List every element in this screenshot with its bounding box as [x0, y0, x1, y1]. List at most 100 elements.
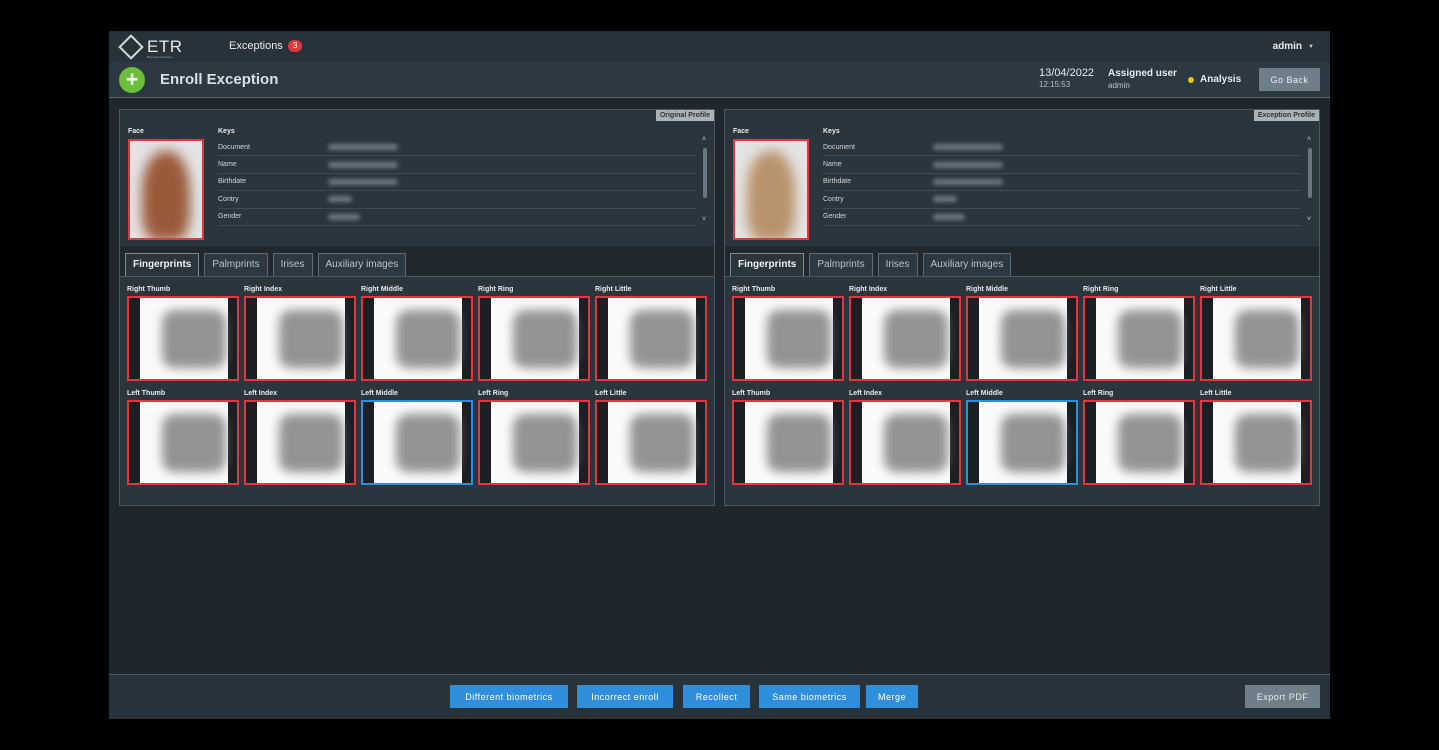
key-row-document: Document: [218, 139, 696, 157]
biometric-tabs: Fingerprints Palmprints Irises Auxiliary…: [120, 246, 714, 277]
keys-list: Document Name Birthdate Contry Gender: [823, 139, 1301, 226]
fingerprint-cell: Right Little: [1200, 286, 1312, 381]
key-value-redacted: [933, 144, 1003, 151]
tab-palmprints[interactable]: Palmprints: [809, 253, 873, 276]
fingerprint-cell: Right Ring: [478, 286, 590, 381]
fingerprint-image[interactable]: [849, 296, 961, 381]
fingerprint-image[interactable]: [127, 296, 239, 381]
fingerprint-cell: Right Index: [244, 286, 356, 381]
fingerprint-image[interactable]: [1200, 296, 1312, 381]
chevron-up-icon[interactable]: ˄: [1307, 136, 1311, 143]
key-value-redacted: [328, 144, 398, 151]
fingerprint-image[interactable]: [849, 400, 961, 485]
key-label: Gender: [218, 213, 242, 221]
time: 12:15:53: [1039, 80, 1071, 89]
keys-scrollbar[interactable]: ˄ ˅: [702, 136, 708, 226]
export-pdf-button[interactable]: Export PDF: [1245, 685, 1320, 708]
scroll-thumb[interactable]: [1308, 148, 1312, 198]
fingerprint-cell: Right Middle: [966, 286, 1078, 381]
finger-label: Right Thumb: [732, 286, 776, 293]
assigned-user-label: Assigned user: [1108, 68, 1177, 79]
finger-label: Left Thumb: [732, 390, 771, 397]
recollect-button[interactable]: Recollect: [683, 685, 750, 708]
fingerprint-image[interactable]: [1083, 296, 1195, 381]
fingerprint-image[interactable]: [1200, 400, 1312, 485]
go-back-button[interactable]: Go Back: [1259, 68, 1320, 91]
tab-irises[interactable]: Irises: [877, 253, 918, 276]
assigned-user-value: admin: [1108, 81, 1130, 90]
chevron-up-icon[interactable]: ˄: [702, 136, 706, 143]
fingerprint-image-selected[interactable]: [361, 400, 473, 485]
fingerprint-image[interactable]: [361, 296, 473, 381]
scroll-thumb[interactable]: [703, 148, 707, 198]
different-biometrics-button[interactable]: Different biometrics: [450, 685, 568, 708]
keys-scrollbar[interactable]: ˄ ˅: [1307, 136, 1313, 226]
fingerprint-cell: Left Little: [1200, 390, 1312, 485]
page-header: + Enroll Exception 13/04/2022 12:15:53 A…: [109, 62, 1330, 98]
chevron-down-icon[interactable]: ˅: [1307, 216, 1311, 223]
fingerprint-image[interactable]: [244, 400, 356, 485]
fingerprint-cell: Left Middle: [361, 390, 473, 485]
fingerprint-image[interactable]: [732, 400, 844, 485]
chevron-down-icon[interactable]: ˅: [702, 216, 706, 223]
tab-auxiliary-images[interactable]: Auxiliary images: [317, 253, 407, 276]
exception-profile-panel: Exception Profile Face Keys Document Nam…: [724, 109, 1320, 506]
fingerprint-cell: Right Little: [595, 286, 707, 381]
etr-logo[interactable]: ETR Biometric Solutions: [118, 34, 189, 60]
fingerprint-image[interactable]: [595, 296, 707, 381]
key-label: Name: [218, 161, 237, 169]
key-label: Birthdate: [823, 178, 852, 186]
nav-exceptions[interactable]: Exceptions 3: [229, 40, 303, 52]
page-title: Enroll Exception: [160, 71, 279, 88]
incorrect-enroll-button[interactable]: Incorrect enroll: [577, 685, 673, 708]
tab-fingerprints[interactable]: Fingerprints: [125, 253, 200, 276]
fingerprint-image[interactable]: [478, 296, 590, 381]
key-label: Name: [823, 161, 842, 169]
fingerprint-grid: Right Thumb Right Index Right Middle Rig…: [127, 286, 707, 494]
finger-label: Right Ring: [1083, 286, 1119, 293]
fingerprint-image[interactable]: [732, 296, 844, 381]
tab-irises[interactable]: Irises: [272, 253, 313, 276]
finger-label: Right Little: [595, 286, 632, 293]
fingerprint-image[interactable]: [966, 296, 1078, 381]
fingerprint-cell: Right Thumb: [127, 286, 239, 381]
finger-label: Right Ring: [478, 286, 514, 293]
caret-down-icon: ▼: [1308, 43, 1314, 50]
top-bar: ETR Biometric Solutions Exceptions 3 adm…: [109, 31, 1330, 62]
keys-label: Keys: [823, 128, 840, 135]
same-biometrics-button[interactable]: Same biometrics: [759, 685, 860, 708]
fingerprint-cell: Right Ring: [1083, 286, 1195, 381]
key-value-redacted: [933, 161, 1003, 168]
key-value-redacted: [933, 213, 965, 220]
finger-label: Right Index: [244, 286, 283, 293]
key-label: Contry: [218, 195, 239, 203]
fingerprint-cell: Left Ring: [1083, 390, 1195, 485]
face-photo[interactable]: [733, 139, 809, 240]
tab-palmprints[interactable]: Palmprints: [204, 253, 268, 276]
add-icon[interactable]: +: [119, 67, 145, 93]
fingerprint-cell: Left Thumb: [732, 390, 844, 485]
fingerprint-image-selected[interactable]: [966, 400, 1078, 485]
key-value-redacted: [328, 161, 398, 168]
key-row-birthdate: Birthdate: [823, 174, 1301, 192]
user-menu[interactable]: admin ▼: [1273, 41, 1314, 52]
fingerprint-image[interactable]: [244, 296, 356, 381]
exceptions-count-badge: 3: [287, 40, 303, 52]
key-label: Document: [218, 143, 250, 151]
key-value-redacted: [933, 196, 957, 203]
key-label: Contry: [823, 195, 844, 203]
fingerprint-image[interactable]: [127, 400, 239, 485]
tab-auxiliary-images[interactable]: Auxiliary images: [922, 253, 1012, 276]
key-value-redacted: [328, 213, 360, 220]
key-row-name: Name: [823, 156, 1301, 174]
face-photo[interactable]: [128, 139, 204, 240]
action-footer: Different biometrics Incorrect enroll Re…: [109, 674, 1330, 719]
logo-text: ETR: [147, 37, 183, 56]
right-hand-row: Right Thumb Right Index Right Middle Rig…: [732, 286, 1312, 381]
fingerprint-image[interactable]: [478, 400, 590, 485]
fingerprint-image[interactable]: [595, 400, 707, 485]
tab-fingerprints[interactable]: Fingerprints: [730, 253, 805, 276]
app-window: ETR Biometric Solutions Exceptions 3 adm…: [109, 31, 1330, 719]
merge-button[interactable]: Merge: [866, 685, 918, 708]
fingerprint-image[interactable]: [1083, 400, 1195, 485]
